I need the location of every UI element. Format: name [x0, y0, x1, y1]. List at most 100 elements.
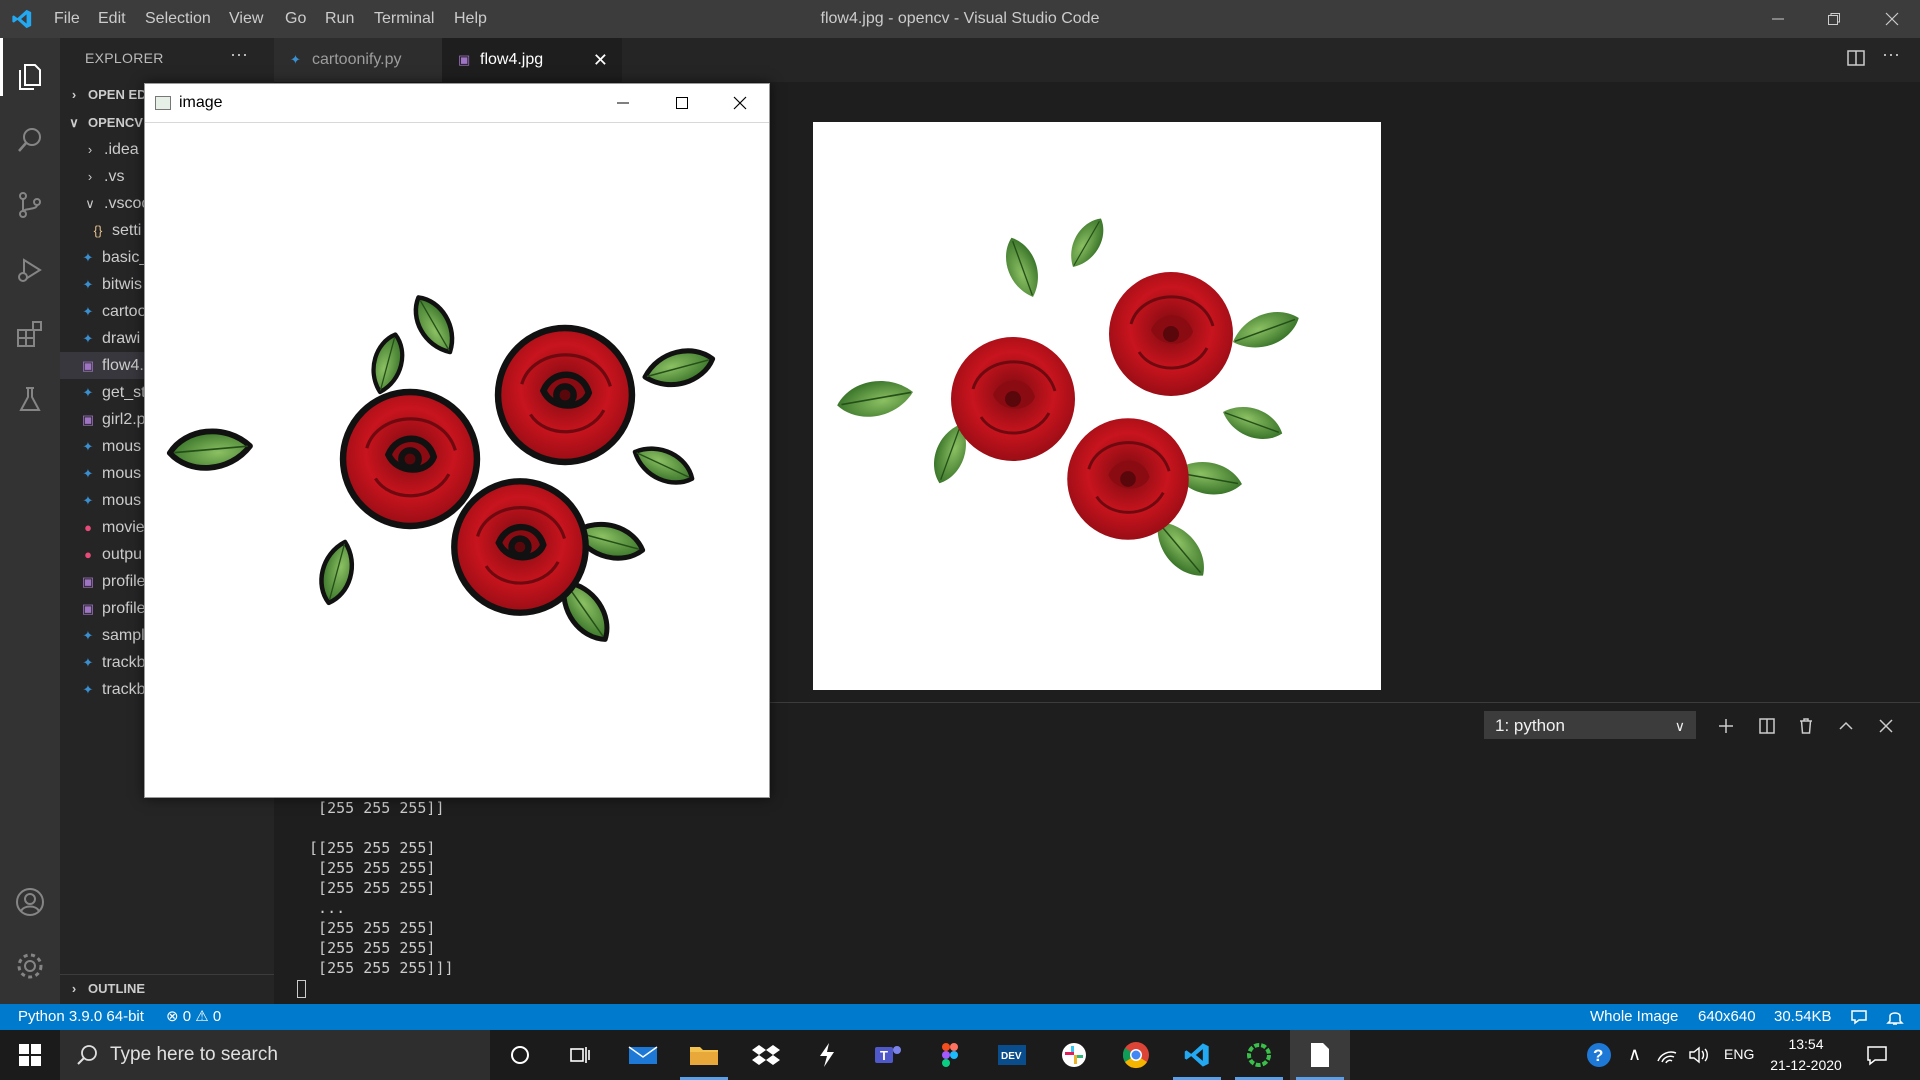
- minimize-button[interactable]: [1750, 0, 1806, 38]
- image-size: 30.54KB: [1774, 1008, 1832, 1025]
- python-file-icon: ✦: [82, 655, 94, 670]
- trash-icon: [1800, 718, 1812, 734]
- dropbox-icon[interactable]: [736, 1030, 796, 1080]
- problems-indicator[interactable]: ⊗ 0 ⚠ 0: [158, 1004, 229, 1030]
- editor-more-icon[interactable]: ···: [1882, 44, 1900, 65]
- settings-gear-icon[interactable]: [0, 936, 60, 996]
- new-terminal-button[interactable]: [1712, 712, 1740, 740]
- image-file-icon: ▣: [81, 601, 95, 616]
- terminal-select[interactable]: 1: python ∨: [1484, 711, 1696, 739]
- terminal-line: [255 255 255]]]: [300, 959, 454, 977]
- split-terminal-button[interactable]: [1753, 712, 1781, 740]
- menu-run[interactable]: Run: [317, 0, 362, 38]
- menu-go[interactable]: Go: [277, 0, 314, 38]
- maximize-icon: [676, 97, 688, 109]
- menu-view[interactable]: View: [221, 0, 271, 38]
- kill-terminal-button[interactable]: [1792, 712, 1820, 740]
- explorer-more-button[interactable]: ···: [230, 44, 248, 65]
- folder-label: OPENCV: [88, 115, 143, 130]
- close-icon: [733, 96, 747, 110]
- help-icon[interactable]: ?: [1586, 1042, 1614, 1075]
- slack-icon[interactable]: [1044, 1030, 1104, 1080]
- mail-app-icon[interactable]: [613, 1030, 673, 1080]
- feedback-icon[interactable]: [1842, 1004, 1876, 1030]
- video-file-icon: ●: [84, 547, 92, 562]
- opencv-maximize-button[interactable]: [653, 84, 711, 122]
- figma-icon[interactable]: [920, 1030, 980, 1080]
- file-explorer-icon[interactable]: [674, 1030, 734, 1080]
- opencv-image-window[interactable]: image: [144, 83, 770, 798]
- python-file-icon: ✦: [82, 493, 94, 508]
- outline-section[interactable]: › OUTLINE: [60, 976, 274, 1002]
- source-control-icon[interactable]: [0, 175, 60, 235]
- language-indicator[interactable]: ENG: [1724, 1046, 1754, 1062]
- chevron-right-icon: ›: [87, 169, 93, 184]
- whole-image-zoom[interactable]: Whole Image: [1582, 1004, 1686, 1030]
- menu-file[interactable]: File: [46, 0, 88, 38]
- notifications-bell-icon[interactable]: [1878, 1004, 1912, 1030]
- menu-selection[interactable]: Selection: [137, 0, 219, 38]
- testing-icon[interactable]: [0, 369, 60, 429]
- explorer-title: EXPLORER: [85, 50, 164, 66]
- clock-time[interactable]: 13:54: [1774, 1036, 1838, 1052]
- menu-edit[interactable]: Edit: [90, 0, 134, 38]
- split-icon: [1759, 718, 1775, 734]
- explorer-icon[interactable]: [0, 46, 60, 106]
- extensions-icon[interactable]: [0, 304, 60, 364]
- opencv-close-button[interactable]: [711, 84, 769, 122]
- restore-icon: [1828, 13, 1840, 25]
- chevron-right-icon: ›: [87, 142, 93, 157]
- tree-item-label: bitwis: [102, 276, 143, 293]
- error-icon: ⊗: [166, 1008, 179, 1025]
- windows-start-button[interactable]: [0, 1030, 60, 1080]
- chrome-icon[interactable]: [1106, 1030, 1166, 1080]
- close-window-button[interactable]: [1864, 0, 1920, 38]
- volume-icon[interactable]: [1688, 1045, 1710, 1070]
- menu-help[interactable]: Help: [446, 0, 495, 38]
- opencv-minimize-button[interactable]: [594, 84, 652, 122]
- terminal-line: [[255 255 255]: [300, 839, 436, 857]
- network-wifi-icon[interactable]: [1656, 1045, 1678, 1070]
- status-bar: Python 3.9.0 64-bit ⊗ 0 ⚠ 0 Whole Image …: [0, 1004, 1920, 1030]
- run-debug-icon[interactable]: [0, 240, 60, 300]
- python-file-icon: ✦: [82, 304, 94, 319]
- app-ring-icon[interactable]: [1229, 1030, 1289, 1080]
- taskbar-search-box[interactable]: Type here to search: [60, 1030, 490, 1080]
- split-editor-icon[interactable]: [1846, 48, 1866, 73]
- clock-date[interactable]: 21-12-2020: [1766, 1057, 1846, 1073]
- tree-item-label: movie: [102, 519, 145, 536]
- accounts-icon[interactable]: [0, 872, 60, 932]
- tree-item-label: flow4.: [102, 357, 144, 374]
- close-tab-icon[interactable]: ✕: [593, 38, 608, 82]
- search-icon[interactable]: [0, 110, 60, 170]
- show-hidden-icons-icon[interactable]: ∧: [1628, 1044, 1641, 1065]
- restore-button[interactable]: [1806, 0, 1862, 38]
- active-view-indicator: [0, 38, 3, 96]
- maximize-panel-button[interactable]: [1832, 712, 1860, 740]
- app-lightning-icon[interactable]: [797, 1030, 857, 1080]
- opencv-window-taskbar-icon[interactable]: [1290, 1030, 1350, 1080]
- image-file-icon: ▣: [81, 358, 95, 373]
- teams-icon[interactable]: T: [858, 1030, 918, 1080]
- svg-text:DEV: DEV: [1001, 1051, 1022, 1062]
- terminal-line: ...: [300, 899, 346, 917]
- cortana-icon[interactable]: [490, 1030, 550, 1080]
- menu-terminal[interactable]: Terminal: [366, 0, 442, 38]
- tree-item-label: drawi: [102, 330, 141, 347]
- tree-item-label: cartoo: [102, 303, 147, 320]
- outline-divider: [60, 974, 274, 975]
- close-panel-button[interactable]: [1872, 712, 1900, 740]
- tree-item-label: .vscoc: [104, 195, 150, 212]
- opencv-window-titlebar[interactable]: image: [145, 84, 769, 123]
- tab-flow4[interactable]: ▣ flow4.jpg ✕: [442, 38, 622, 82]
- python-file-icon: ✦: [82, 277, 94, 292]
- opencv-app-icon: [155, 96, 171, 110]
- terminal-line: [255 255 255]: [300, 939, 436, 957]
- vscode-taskbar-icon[interactable]: [1167, 1030, 1227, 1080]
- task-view-icon[interactable]: [550, 1030, 610, 1080]
- search-placeholder: Type here to search: [110, 1044, 278, 1065]
- dev-app-icon[interactable]: DEV: [982, 1030, 1042, 1080]
- action-center-icon[interactable]: [1866, 1044, 1888, 1071]
- python-interpreter[interactable]: Python 3.9.0 64-bit: [10, 1004, 152, 1030]
- tab-label: cartoonify.py: [312, 51, 402, 68]
